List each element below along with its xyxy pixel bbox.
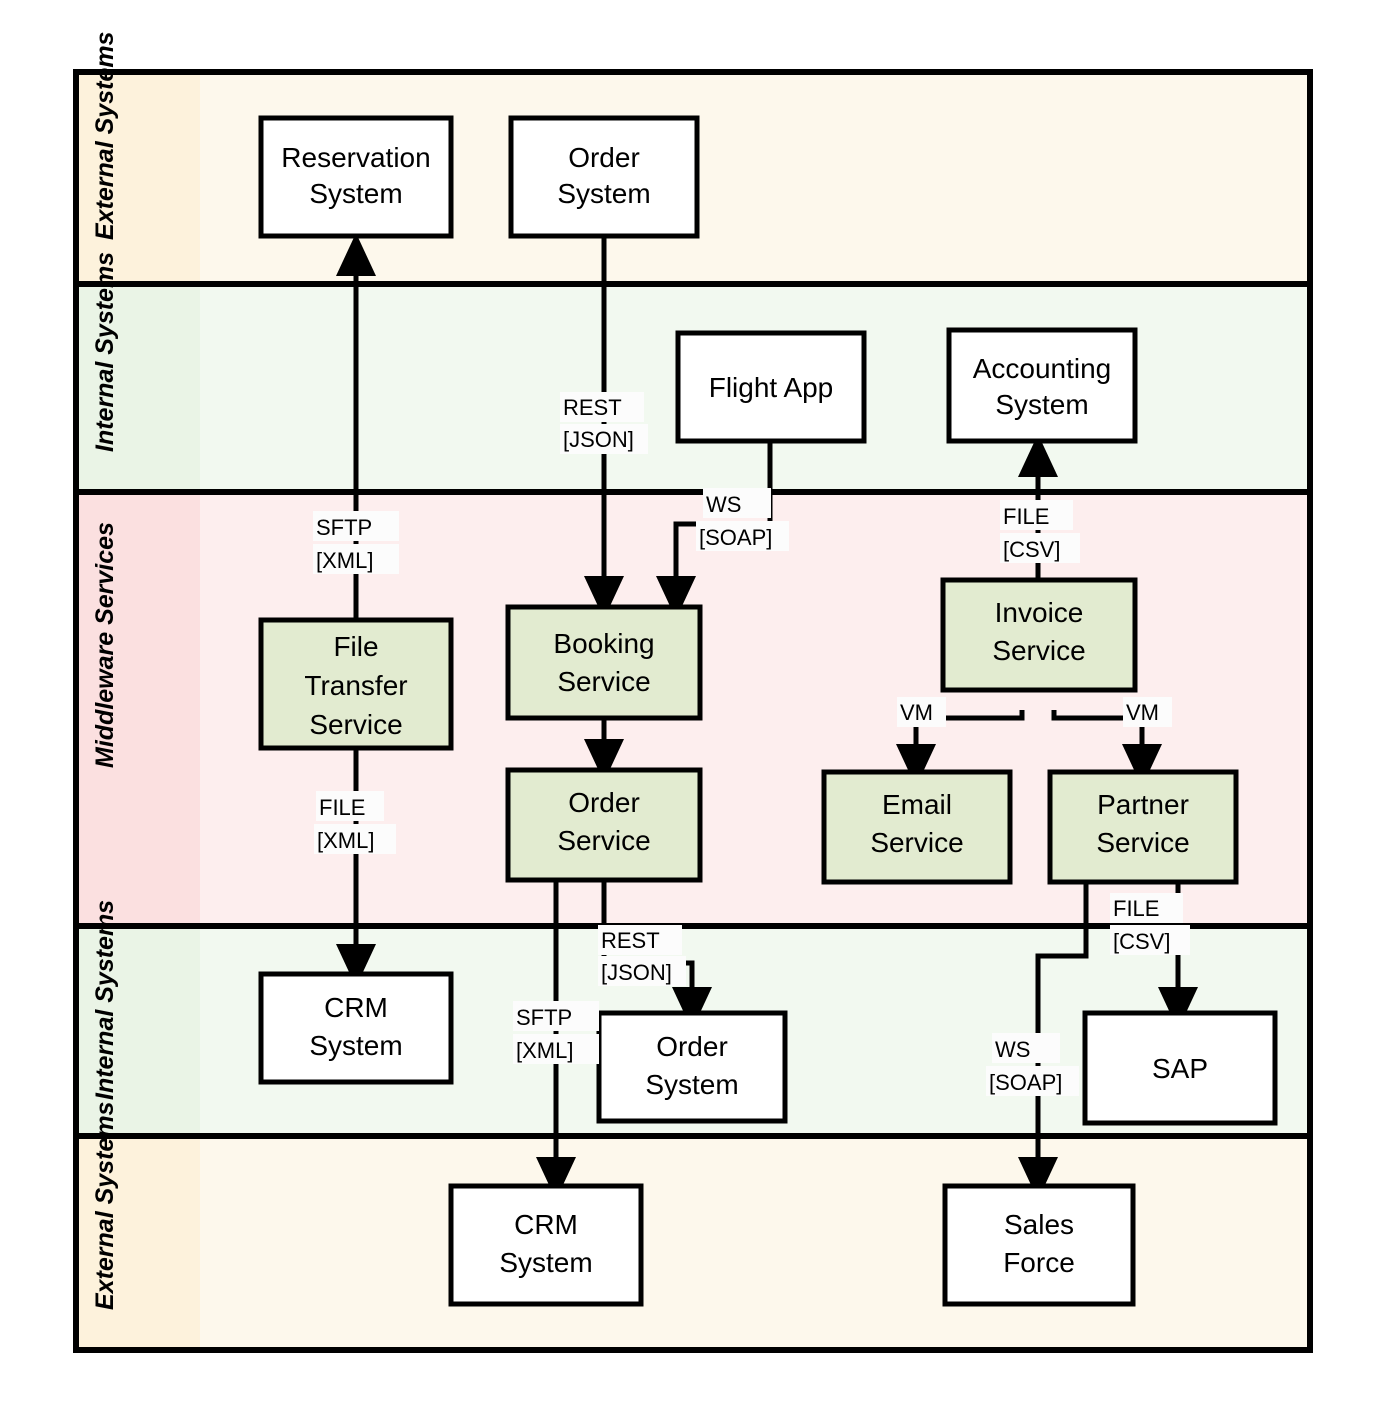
- node-invoice-service[interactable]: Invoice Service: [940, 577, 1138, 693]
- node-file-transfer-service-line2: Transfer: [304, 670, 407, 701]
- node-file-transfer-service-line3: Service: [309, 709, 402, 740]
- edge-format: [CSV]: [1003, 537, 1060, 562]
- lane-label-internal-top: Internal Systems: [91, 252, 119, 452]
- node-sales-force-line1: Sales: [1004, 1209, 1074, 1240]
- node-order-system-top-line2: System: [557, 178, 650, 209]
- node-order-system-top[interactable]: Order System: [508, 115, 700, 239]
- node-order-service[interactable]: Order Service: [505, 767, 703, 883]
- node-partner-service-line2: Service: [1096, 827, 1189, 858]
- edge-protocol: WS: [995, 1037, 1030, 1062]
- edge-protocol: VM: [1126, 700, 1159, 725]
- node-email-service-line1: Email: [882, 789, 952, 820]
- edge-protocol: SFTP: [516, 1005, 572, 1030]
- lane-label-internal-bottom: Internal Systems: [91, 900, 119, 1100]
- architecture-diagram: External Systems Internal Systems Middle…: [73, 31, 1313, 1353]
- edge-format: [SOAP]: [989, 1070, 1062, 1095]
- node-file-transfer-service[interactable]: File Transfer Service: [258, 617, 454, 751]
- node-crm-system-internal-line2: System: [309, 1030, 402, 1061]
- node-invoice-service-line1: Invoice: [995, 597, 1084, 628]
- node-sap[interactable]: SAP: [1082, 1010, 1278, 1126]
- node-partner-service-line1: Partner: [1097, 789, 1189, 820]
- edge-protocol: FILE: [319, 795, 365, 820]
- node-order-system-internal-line2: System: [645, 1069, 738, 1100]
- lane-label-text: External Systems: [91, 31, 119, 240]
- lane-label-text: Internal Systems: [91, 900, 119, 1100]
- node-partner-service[interactable]: Partner Service: [1047, 769, 1239, 885]
- node-reservation-system-line2: System: [309, 178, 402, 209]
- lane-label-text: Internal Systems: [91, 252, 119, 452]
- node-file-transfer-service-line1: File: [333, 631, 378, 662]
- node-accounting-system[interactable]: Accounting System: [946, 327, 1138, 444]
- edge-protocol: SFTP: [316, 515, 372, 540]
- node-accounting-system-line2: System: [995, 389, 1088, 420]
- node-crm-system-internal-line1: CRM: [324, 992, 388, 1023]
- edge-protocol: FILE: [1113, 896, 1159, 921]
- node-invoice-service-line2: Service: [992, 635, 1085, 666]
- edge-protocol: FILE: [1003, 504, 1049, 529]
- node-reservation-system-line1: Reservation: [281, 142, 430, 173]
- edge-format: [JSON]: [563, 427, 634, 452]
- diagram-canvas: External Systems Internal Systems Middle…: [0, 0, 1387, 1425]
- node-accounting-system-line1: Accounting: [973, 353, 1112, 384]
- edge-protocol: REST: [563, 395, 622, 420]
- node-crm-system-external[interactable]: CRM System: [448, 1183, 644, 1307]
- lane-label-text: External Systems: [91, 1101, 119, 1310]
- edge-format: [CSV]: [1113, 929, 1170, 954]
- lane-label-middleware: Middleware Services: [91, 522, 119, 768]
- node-order-service-line2: Service: [557, 825, 650, 856]
- node-flight-app-line1: Flight App: [709, 372, 834, 403]
- edge-label-invoice-service-to-email-service: VM: [897, 697, 946, 727]
- node-flight-app[interactable]: Flight App: [675, 330, 867, 444]
- node-crm-system-external-line2: System: [499, 1247, 592, 1278]
- node-email-service-line2: Service: [870, 827, 963, 858]
- edge-format: [JSON]: [601, 960, 672, 985]
- edge-format: [XML]: [516, 1038, 573, 1063]
- edge-protocol: VM: [900, 700, 933, 725]
- edge-protocol: WS: [706, 492, 741, 517]
- node-sales-force[interactable]: Sales Force: [942, 1183, 1136, 1307]
- lane-label-external-bottom: External Systems: [91, 1101, 119, 1310]
- lane-label-external-top: External Systems: [91, 31, 119, 240]
- lane-label-text: Middleware Services: [91, 522, 119, 768]
- edge-format: [XML]: [317, 828, 374, 853]
- node-sales-force-line2: Force: [1003, 1247, 1075, 1278]
- node-email-service[interactable]: Email Service: [821, 769, 1013, 885]
- node-order-service-line1: Order: [568, 787, 640, 818]
- node-booking-service[interactable]: Booking Service: [505, 604, 703, 721]
- node-order-system-top-line1: Order: [568, 142, 640, 173]
- node-crm-system-external-line1: CRM: [514, 1209, 578, 1240]
- node-reservation-system[interactable]: Reservation System: [258, 115, 454, 239]
- edge-protocol: REST: [601, 928, 660, 953]
- node-order-system-internal-line1: Order: [656, 1031, 728, 1062]
- lane-labels: External Systems Internal Systems Middle…: [91, 31, 119, 1310]
- node-order-system-internal[interactable]: Order System: [596, 1010, 788, 1124]
- edge-format: [XML]: [316, 548, 373, 573]
- node-crm-system-internal[interactable]: CRM System: [258, 971, 454, 1085]
- node-booking-service-line2: Service: [557, 666, 650, 697]
- edge-format: [SOAP]: [699, 525, 772, 550]
- edge-label-invoice-service-to-partner-service: VM: [1123, 697, 1172, 727]
- node-booking-service-line1: Booking: [553, 628, 654, 659]
- node-sap-line1: SAP: [1152, 1053, 1208, 1084]
